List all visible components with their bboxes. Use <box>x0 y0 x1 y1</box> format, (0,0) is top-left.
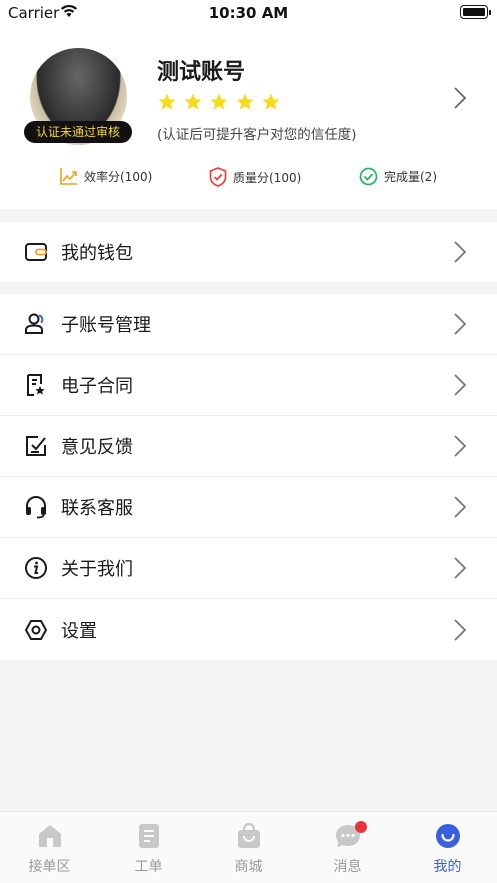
contract-icon <box>27 374 45 396</box>
tab-label: 消息 <box>333 859 362 875</box>
menu-label: 我的钱包 <box>61 243 133 264</box>
menu-label: 子账号管理 <box>61 315 151 336</box>
menu-item-settings[interactable]: 设置 <box>0 599 497 660</box>
star-icon <box>210 93 228 110</box>
metric-quality: 质量分(100) <box>209 167 301 187</box>
metric-efficiency: 效率分(100) <box>60 167 152 185</box>
trend-chart-icon <box>60 168 77 185</box>
chevron-right-icon <box>454 241 467 263</box>
certification-tip: (认证后可提升客户对您的信任度) <box>157 127 357 143</box>
tab-mine[interactable]: 我的 <box>398 812 497 883</box>
shopping-bag-icon <box>237 822 260 848</box>
tab-label: 工单 <box>134 859 163 875</box>
unread-dot <box>355 821 367 833</box>
star-icon <box>236 93 254 110</box>
chevron-right-icon <box>454 618 467 641</box>
menu-label: 关于我们 <box>61 559 133 580</box>
tab-messages[interactable]: 消息 <box>298 812 397 883</box>
tab-order-area[interactable]: 接单区 <box>0 812 99 883</box>
metric-label: 质量分(100) <box>233 170 302 185</box>
star-icon <box>262 93 280 110</box>
wallet-icon <box>25 243 47 261</box>
metrics-row: 效率分(100) 质量分(100) 完成量(2) <box>0 167 497 193</box>
star-icon <box>184 93 202 110</box>
feedback-icon <box>26 436 46 456</box>
rating-stars <box>157 92 281 112</box>
wallet-section: 我的钱包 <box>0 222 497 282</box>
account-name: 测试账号 <box>157 60 246 85</box>
chevron-right-icon[interactable] <box>453 86 467 110</box>
document-icon <box>138 824 159 848</box>
metric-label: 完成量(2) <box>384 170 437 184</box>
bottom-tab-bar: 接单区 工单 商城 消息 我的 <box>0 811 497 883</box>
tab-work-orders[interactable]: 工单 <box>99 812 198 883</box>
menu-item-e-contract[interactable]: 电子合同 <box>0 355 497 416</box>
chevron-right-icon <box>454 496 467 518</box>
tab-label: 我的 <box>433 859 462 875</box>
menu-item-feedback[interactable]: 意见反馈 <box>0 416 497 477</box>
info-icon <box>25 557 47 579</box>
metric-completed: 完成量(2) <box>359 167 437 186</box>
battery-icon <box>460 5 491 19</box>
tab-mall[interactable]: 商城 <box>199 812 298 883</box>
chevron-right-icon <box>454 313 467 335</box>
menu-item-about[interactable]: 关于我们 <box>0 538 497 599</box>
menu-item-wallet[interactable]: 我的钱包 <box>0 222 497 282</box>
menu-item-customer-service[interactable]: 联系客服 <box>0 477 497 538</box>
chevron-right-icon <box>454 435 467 457</box>
home-icon <box>38 825 61 847</box>
star-icon <box>158 93 176 110</box>
chevron-right-icon <box>454 557 467 579</box>
profile-smile-icon <box>435 824 460 848</box>
settings-icon <box>24 619 48 640</box>
metric-label: 效率分(100) <box>84 169 153 184</box>
chevron-right-icon <box>454 374 467 396</box>
certification-status-badge: 认证未通过审核 <box>24 121 132 143</box>
tab-label: 商城 <box>234 859 263 875</box>
profile-header[interactable]: 认证未通过审核 测试账号 (认证后可提升客户对您的信任度) 效率分(100) 质… <box>0 26 497 209</box>
status-bar: Carrier 10:30 AM <box>0 0 497 26</box>
menu-label: 联系客服 <box>61 498 133 519</box>
menu-label: 电子合同 <box>61 376 133 397</box>
shield-check-icon <box>209 167 227 187</box>
settings-menu: 子账号管理 电子合同 意见反馈 联系客服 关于我们 设置 <box>0 294 497 660</box>
menu-item-sub-accounts[interactable]: 子账号管理 <box>0 294 497 355</box>
menu-label: 意见反馈 <box>61 437 133 458</box>
check-circle-icon <box>359 167 378 186</box>
menu-label: 设置 <box>61 620 97 642</box>
clock: 10:30 AM <box>208 4 289 22</box>
tab-label: 接单区 <box>28 859 71 875</box>
sub-account-icon <box>25 313 44 334</box>
headset-icon <box>26 496 46 519</box>
